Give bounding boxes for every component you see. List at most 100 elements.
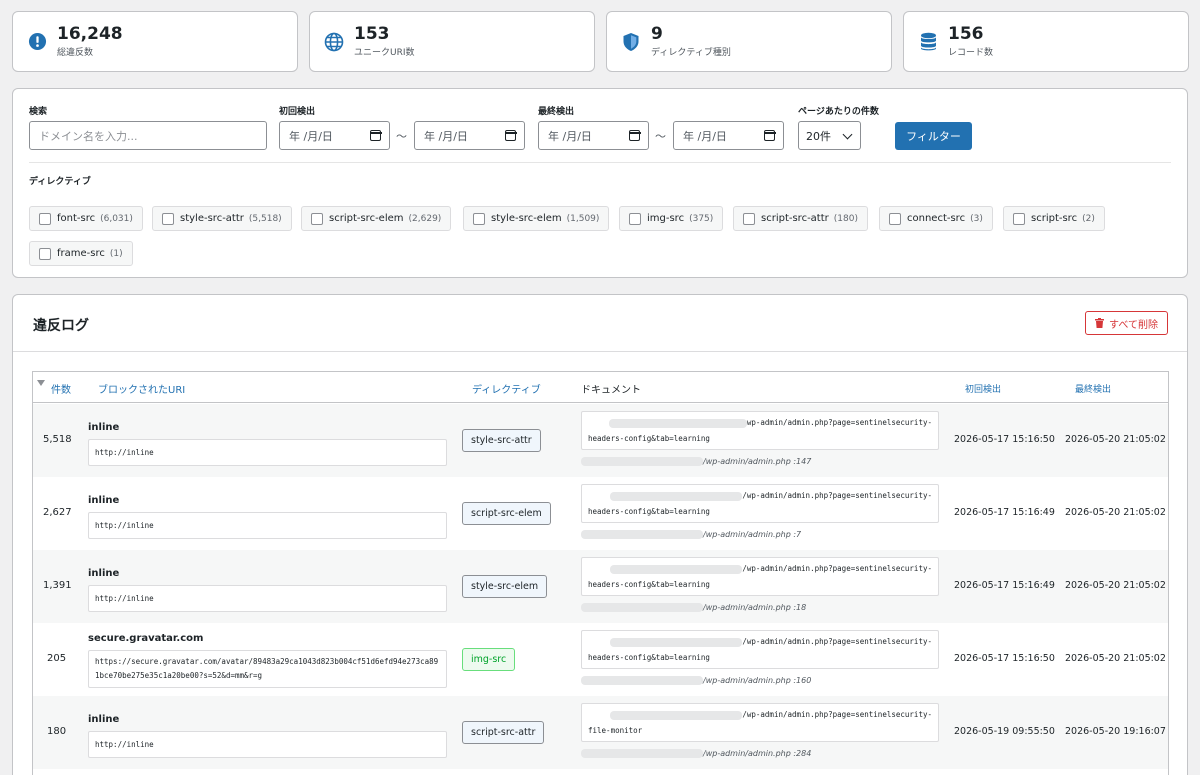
per-page-value: 20件 [806, 129, 831, 143]
directive-checkbox-style-src-elem[interactable]: style-src-elem (1,509) [463, 206, 610, 231]
redacted-text [581, 456, 703, 466]
first-detected-to-date[interactable]: 年 /月/日 [414, 121, 525, 150]
violation-count: 205 [47, 653, 67, 664]
directive-checkbox-style-src-attr[interactable]: style-src-attr (5,518) [152, 206, 292, 231]
blocked-uri: http://inline [88, 585, 447, 612]
sort-desc-icon[interactable] [37, 380, 45, 386]
divider [13, 351, 1187, 352]
stat-value: 9 [651, 24, 663, 44]
source-path: /wp-admin/admin.php :7 [703, 529, 802, 539]
first-detected-from-date[interactable]: 年 /月/日 [279, 121, 390, 150]
blocked-host: inline [88, 714, 120, 725]
document-query: file-monitor [588, 725, 643, 735]
directive-checkbox-img-src[interactable]: img-src (375) [619, 206, 724, 231]
violation-count: 2,627 [43, 507, 72, 518]
blocked-host: inline [88, 422, 120, 433]
column-directive[interactable]: ディレクティブ [472, 381, 541, 396]
checkbox[interactable] [311, 212, 323, 225]
directive-count: (2) [1082, 213, 1095, 224]
checkbox[interactable] [473, 212, 485, 225]
source-file: /wp-admin/admin.php :160 [581, 674, 811, 686]
column-blocked-uri[interactable]: ブロックされたURI [98, 381, 185, 396]
last-detected: 2026-05-20 21:05:02 [1065, 580, 1166, 591]
last-detected-to-date[interactable]: 年 /月/日 [673, 121, 784, 150]
directive-count: (2,629) [408, 213, 442, 224]
checkbox[interactable] [39, 247, 51, 260]
directive-label: ディレクティブ [29, 177, 91, 187]
table-header: 件数 ブロックされたURI ディレクティブ ドキュメント 初回検出 最終検出 [33, 372, 1168, 403]
table-row: 5,518 inline http://inline style-src-att… [33, 404, 1168, 477]
directive-checkbox-script-src[interactable]: script-src (2) [1003, 206, 1105, 231]
redacted-text [610, 710, 743, 720]
delete-all-button[interactable]: すべて削除 [1085, 311, 1168, 335]
source-path: /wp-admin/admin.php :160 [703, 675, 812, 685]
directive-name: font-src [57, 213, 96, 224]
column-count[interactable]: 件数 [51, 381, 71, 396]
redacted-text [581, 602, 703, 612]
checkbox[interactable] [743, 212, 755, 225]
exclamation-icon [27, 32, 47, 52]
directive-name: script-src [1031, 213, 1078, 224]
calendar-icon[interactable] [763, 130, 776, 141]
stat-card-unique-uri: 153 ユニークURI数 [309, 11, 595, 72]
column-last-detected[interactable]: 最終検出 [1075, 382, 1111, 395]
stat-card-records: 156 レコード数 [903, 11, 1189, 72]
violation-count: 180 [47, 726, 67, 737]
checkbox[interactable] [39, 212, 51, 225]
directive-badge: style-src-elem [462, 575, 548, 598]
directive-checkbox-frame-src[interactable]: frame-src (1) [29, 241, 133, 266]
search-input[interactable]: ドメイン名を入力... [29, 121, 267, 150]
directive-count: (1,509) [566, 213, 600, 224]
directive-checkbox-connect-src[interactable]: connect-src (3) [879, 206, 993, 231]
checkbox[interactable] [1013, 212, 1025, 225]
directive-name: script-src-elem [329, 213, 404, 224]
violation-table: 件数 ブロックされたURI ディレクティブ ドキュメント 初回検出 最終検出 5… [32, 371, 1169, 775]
directive-checkbox-font-src[interactable]: font-src (6,031) [29, 206, 143, 231]
divider [29, 162, 1171, 163]
checkbox[interactable] [889, 212, 901, 225]
directive-checkbox-script-src-elem[interactable]: script-src-elem (2,629) [301, 206, 452, 231]
last-detected-from-date[interactable]: 年 /月/日 [538, 121, 649, 150]
directive-name: script-src-attr [761, 213, 829, 224]
directive-count: (6,031) [100, 213, 133, 224]
stat-value: 156 [948, 24, 984, 44]
first-detected: 2026-05-17 15:16:50 [954, 653, 1055, 664]
document-path: wp-admin/admin.php?page=sentinelsecurity… [746, 418, 932, 427]
document-query: headers-config&tab=learning [588, 433, 710, 443]
blocked-host: secure.gravatar.com [88, 633, 204, 644]
directive-badge: script-src-elem [462, 502, 551, 525]
directive-count: (1) [109, 248, 123, 259]
directive-checkbox-script-src-attr[interactable]: script-src-attr (180) [733, 206, 868, 231]
column-first-detected[interactable]: 初回検出 [965, 382, 1001, 395]
source-file: /wp-admin/admin.php :147 [581, 455, 811, 467]
date-placeholder: 年 /月/日 [683, 129, 727, 143]
violation-count: 1,391 [43, 580, 72, 591]
range-separator: 〜 [655, 130, 666, 143]
document-uri: /wp-admin/admin.php?page=sentinelsecurit… [581, 630, 939, 669]
table-row: 180 inline http://inline script-src-attr… [33, 696, 1168, 769]
stat-value: 16,248 [57, 24, 123, 44]
per-page-select[interactable]: 20件 [798, 121, 861, 150]
directive-count: (180) [833, 213, 858, 224]
stat-label: ディレクティブ種別 [651, 48, 731, 58]
column-document: ドキュメント [581, 385, 641, 396]
document-uri: wp-admin/admin.php?page=sentinelsecurity… [581, 411, 939, 450]
calendar-icon[interactable] [369, 130, 382, 141]
directive-name: style-src-elem [491, 213, 562, 224]
blocked-uri: http://inline [88, 439, 447, 466]
redacted-text [610, 564, 743, 574]
filter-button[interactable]: フィルター [895, 122, 972, 150]
directive-badge: script-src-attr [462, 721, 545, 744]
violation-count: 5,518 [43, 434, 72, 445]
stat-value: 153 [354, 24, 390, 44]
blocked-host: inline [88, 495, 120, 506]
calendar-icon[interactable] [628, 130, 641, 141]
checkbox[interactable] [629, 212, 641, 225]
table-row: 2,627 inline http://inline script-src-el… [33, 477, 1168, 550]
last-detected: 2026-05-20 19:16:07 [1065, 726, 1166, 737]
first-detected: 2026-05-17 15:16:49 [954, 507, 1055, 518]
calendar-icon[interactable] [504, 130, 517, 141]
shield-icon [621, 32, 641, 52]
table-row: 1,391 inline http://inline style-src-ele… [33, 550, 1168, 623]
checkbox[interactable] [162, 212, 174, 225]
